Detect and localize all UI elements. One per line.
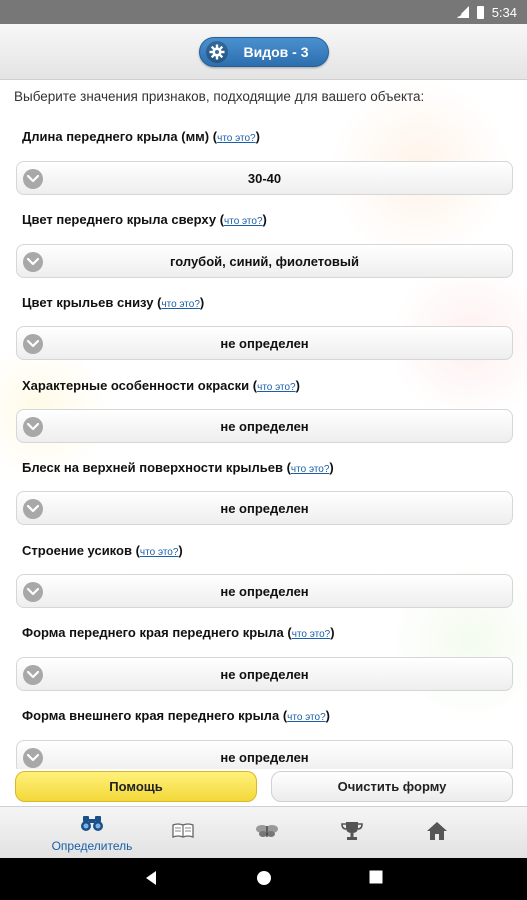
chevron-down-icon: [23, 334, 43, 354]
nav-item-achievements[interactable]: [329, 807, 375, 859]
recents-icon[interactable]: [369, 870, 383, 889]
nav-item-home[interactable]: [414, 807, 460, 859]
select-value: не определен: [220, 335, 309, 351]
footer-buttons: Помощь Очистить форму: [0, 769, 527, 805]
select-value: не определен: [220, 500, 309, 516]
help-link[interactable]: что это?: [140, 547, 179, 558]
select-forewing-color-top[interactable]: голубой, синий, фиолетовый: [16, 244, 513, 278]
help-link[interactable]: что это?: [217, 133, 256, 144]
nav-label-identifier: Определитель: [51, 838, 133, 853]
signal-icon: [456, 6, 469, 18]
select-color-features[interactable]: не определен: [16, 409, 513, 443]
nav-item-butterflies[interactable]: [244, 807, 290, 859]
field-label-front-edge-shape: Форма переднего края переднего крыла (чт…: [22, 625, 335, 640]
select-wing-length[interactable]: 30-40: [16, 161, 513, 195]
chevron-down-icon: [23, 169, 43, 189]
help-button[interactable]: Помощь: [15, 771, 257, 802]
gear-icon: [205, 40, 228, 63]
species-count-button[interactable]: Видов - 3: [198, 36, 329, 67]
field-label-outer-edge-shape: Форма внешнего края переднего крыла (что…: [22, 708, 330, 723]
field-label-color-features: Характерные особенности окраски (что это…: [22, 378, 300, 393]
field-label-wing-color-bottom: Цвет крыльев снизу (что это?): [22, 295, 205, 310]
clear-form-button[interactable]: Очистить форму: [271, 771, 513, 802]
book-icon: [171, 822, 195, 845]
nav-item-identifier[interactable]: Определитель: [36, 807, 148, 859]
chevron-down-icon: [23, 499, 43, 519]
status-bar: 5:34: [0, 0, 527, 24]
nav-item-book[interactable]: [160, 807, 206, 859]
chevron-down-icon: [23, 252, 43, 272]
help-link[interactable]: что это?: [224, 216, 263, 227]
help-link[interactable]: что это?: [257, 382, 296, 393]
field-label-wing-length: Длина переднего крыла (мм) (что это?): [22, 129, 260, 144]
help-link[interactable]: что это?: [161, 299, 200, 310]
select-antennae[interactable]: не определен: [16, 574, 513, 608]
chevron-down-icon: [23, 582, 43, 602]
chevron-down-icon: [23, 665, 43, 685]
back-icon[interactable]: [144, 870, 158, 891]
help-link[interactable]: что это?: [292, 629, 331, 640]
select-value: не определен: [220, 749, 309, 765]
status-time: 5:34: [491, 4, 517, 20]
select-value: не определен: [220, 583, 309, 599]
field-label-antennae: Строение усиков (что это?): [22, 543, 183, 558]
system-nav-bar: [0, 858, 527, 900]
field-label-wing-gloss: Блеск на верхней поверхности крыльев (чт…: [22, 460, 334, 475]
form-content[interactable]: Выберите значения признаков, подходящие …: [0, 81, 527, 769]
species-count-label: Видов - 3: [243, 43, 309, 60]
intro-text: Выберите значения признаков, подходящие …: [14, 89, 425, 104]
select-value: не определен: [220, 666, 309, 682]
help-link[interactable]: что это?: [287, 712, 326, 723]
home-icon: [426, 821, 448, 846]
butterfly-icon: [255, 822, 279, 845]
header: Видов - 3: [0, 24, 527, 80]
select-front-edge-shape[interactable]: не определен: [16, 657, 513, 691]
select-value: голубой, синий, фиолетовый: [170, 253, 359, 269]
select-value: 30-40: [247, 170, 282, 186]
binoculars-icon: [80, 814, 104, 837]
field-label-forewing-color-top: Цвет переднего крыла сверху (что это?): [22, 212, 267, 227]
bottom-nav: Определитель: [0, 806, 527, 858]
select-wing-color-bottom[interactable]: не определен: [16, 326, 513, 360]
home-circle-icon[interactable]: [256, 870, 272, 891]
chevron-down-icon: [23, 417, 43, 437]
trophy-icon: [341, 821, 363, 846]
select-value: не определен: [220, 418, 309, 434]
chevron-down-icon: [23, 748, 43, 768]
select-wing-gloss[interactable]: не определен: [16, 491, 513, 525]
select-outer-edge-shape[interactable]: не определен: [16, 740, 513, 769]
help-link[interactable]: что это?: [291, 464, 330, 475]
battery-icon: [476, 5, 484, 19]
